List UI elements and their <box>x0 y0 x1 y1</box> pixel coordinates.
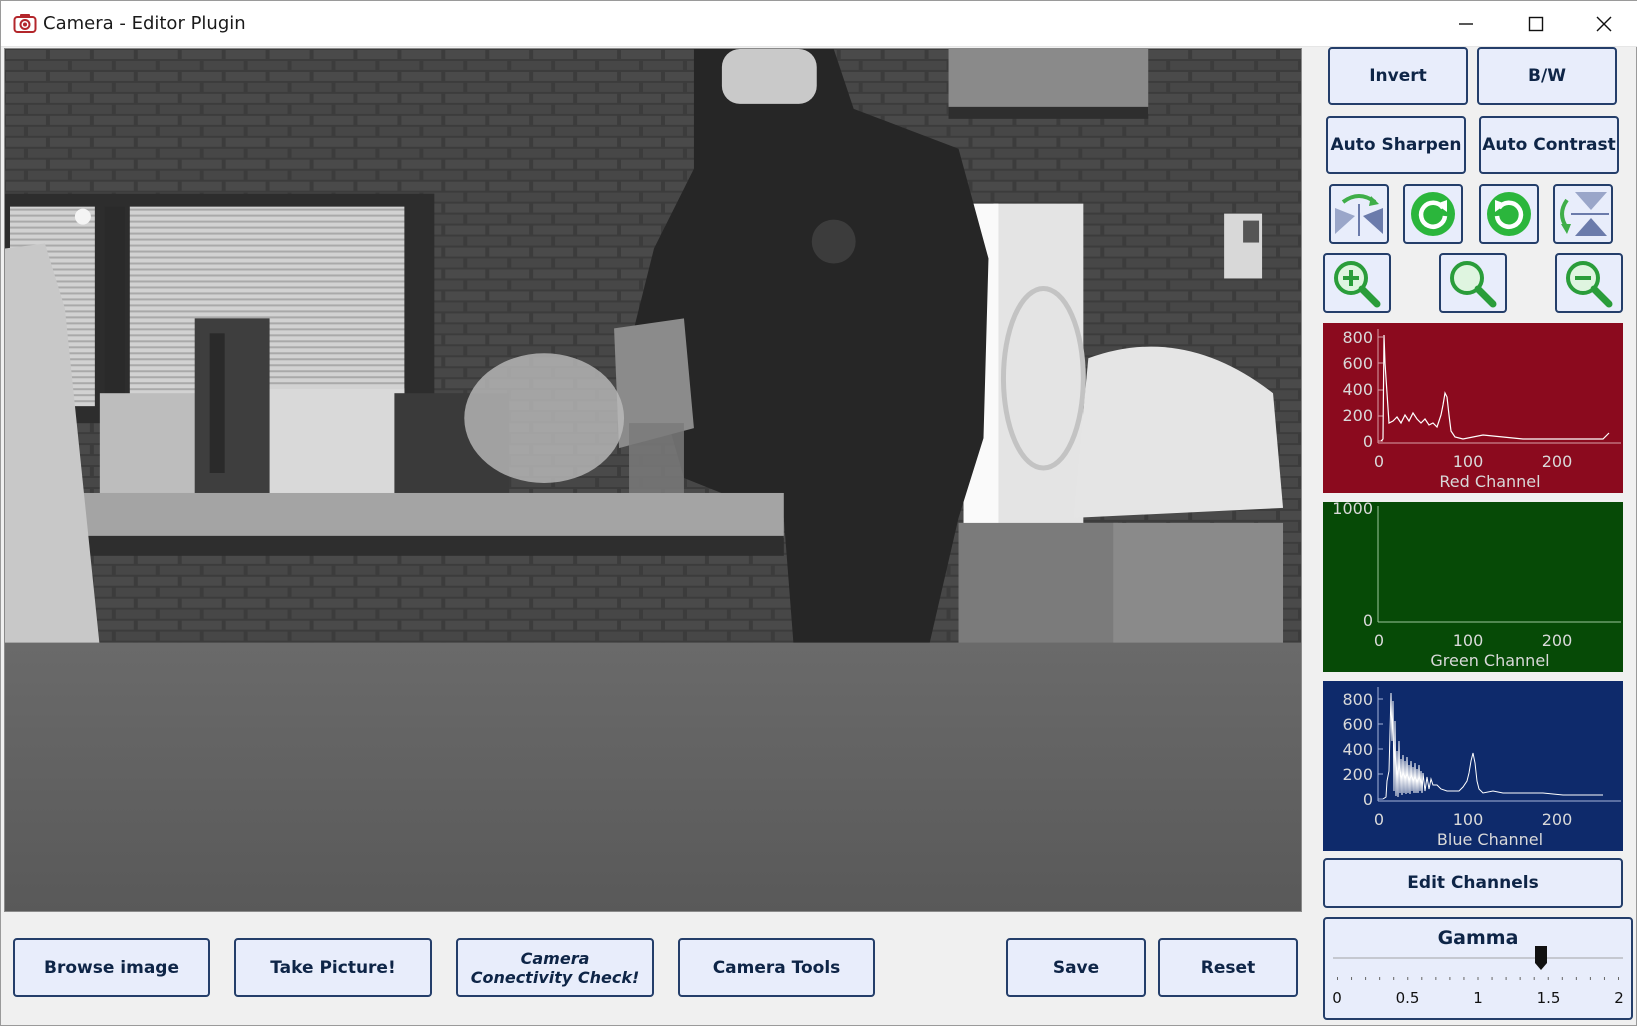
zoom-in-icon <box>1334 261 1381 308</box>
gamma-label-1: 1 <box>1473 989 1483 1007</box>
maximize-button[interactable] <box>1501 1 1571 47</box>
blue-channel-title: Blue Channel <box>1437 830 1543 849</box>
blue-xtick-200: 200 <box>1542 810 1573 829</box>
flip-horizontal-icon <box>1335 194 1383 236</box>
gamma-slider-handle[interactable] <box>1534 945 1548 971</box>
rotate-clockwise-button[interactable] <box>1403 184 1463 244</box>
zoom-in-button[interactable] <box>1323 253 1391 313</box>
red-ytick-0: 0 <box>1363 432 1373 451</box>
gamma-tick <box>1477 977 1479 980</box>
app-window: Camera - Editor Plugin Invert B/W Auto S… <box>0 0 1637 1026</box>
take-picture-button[interactable]: Take Picture! <box>234 938 432 997</box>
green-channel-title: Green Channel <box>1430 651 1549 670</box>
camera-preview-image <box>5 49 1301 911</box>
rotate-clockwise-icon <box>1411 192 1455 236</box>
blue-xtick-0: 0 <box>1374 810 1384 829</box>
red-ytick-400: 400 <box>1342 380 1373 399</box>
red-ytick-800: 800 <box>1342 328 1373 347</box>
red-ytick-200: 200 <box>1342 406 1373 425</box>
gamma-panel: Gamma 0 0.5 1 1.5 2 <box>1323 917 1633 1020</box>
gamma-tick <box>1337 977 1338 980</box>
connectivity-check-line2: Conectivity Check! <box>470 967 640 987</box>
zoom-reset-button[interactable] <box>1439 253 1507 313</box>
invert-button[interactable]: Invert <box>1328 47 1468 105</box>
green-ytick-1000: 1000 <box>1332 502 1373 518</box>
gamma-tick <box>1491 977 1493 980</box>
blue-ytick-800: 800 <box>1342 690 1373 709</box>
red-xtick-100: 100 <box>1453 452 1484 471</box>
green-ytick-0: 0 <box>1363 611 1373 630</box>
flip-vertical-button[interactable] <box>1553 184 1613 244</box>
rotate-counterclockwise-button[interactable] <box>1479 184 1539 244</box>
camera-tools-button[interactable]: Camera Tools <box>678 938 875 997</box>
red-channel-title: Red Channel <box>1439 472 1540 491</box>
gamma-tick <box>1618 977 1619 980</box>
gamma-tick <box>1449 977 1451 980</box>
blue-histogram-line <box>1382 692 1603 800</box>
gamma-tick <box>1435 977 1437 980</box>
image-viewer[interactable] <box>4 48 1302 912</box>
red-xtick-200: 200 <box>1542 452 1573 471</box>
blue-ytick-400: 400 <box>1342 740 1373 759</box>
gamma-tick <box>1589 977 1591 980</box>
gamma-tick <box>1351 977 1353 980</box>
zoom-out-button[interactable] <box>1555 253 1623 313</box>
blue-ytick-0: 0 <box>1363 790 1373 809</box>
close-button[interactable] <box>1569 1 1637 47</box>
gamma-label-1-5: 1.5 <box>1536 989 1561 1007</box>
gamma-slider-ticks <box>1337 977 1619 980</box>
close-icon <box>1596 16 1612 32</box>
blue-channel-histogram: 800 600 400 200 0 0 100 200 Blue Channel <box>1323 681 1623 851</box>
blue-xtick-100: 100 <box>1453 810 1484 829</box>
gamma-slider-track[interactable] <box>1333 957 1623 959</box>
window-title: Camera - Editor Plugin <box>43 13 246 34</box>
auto-contrast-button[interactable]: Auto Contrast <box>1479 116 1619 174</box>
gamma-tick <box>1393 977 1395 980</box>
gamma-label-0: 0 <box>1332 989 1342 1007</box>
gamma-tick <box>1365 977 1367 980</box>
green-xtick-200: 200 <box>1542 631 1573 650</box>
gamma-tick <box>1379 977 1381 980</box>
bw-button[interactable]: B/W <box>1477 47 1617 105</box>
green-xtick-100: 100 <box>1453 631 1484 650</box>
red-ytick-600: 600 <box>1342 354 1373 373</box>
reset-button[interactable]: Reset <box>1158 938 1298 997</box>
gamma-tick <box>1561 977 1563 980</box>
gamma-tick <box>1533 977 1535 980</box>
gamma-tick <box>1505 977 1507 980</box>
save-button[interactable]: Save <box>1006 938 1146 997</box>
auto-sharpen-button[interactable]: Auto Sharpen <box>1326 116 1466 174</box>
red-channel-histogram: 800 600 400 200 0 0 100 200 Red Channel <box>1323 323 1623 493</box>
gamma-tick <box>1519 977 1521 980</box>
blue-ytick-600: 600 <box>1342 715 1373 734</box>
zoom-out-icon <box>1566 261 1613 308</box>
rotate-counterclockwise-icon <box>1487 192 1531 236</box>
connectivity-check-line1: Camera <box>520 948 590 968</box>
red-xtick-0: 0 <box>1374 452 1384 471</box>
minimize-icon <box>1459 23 1473 25</box>
gamma-tick <box>1421 977 1423 980</box>
green-channel-histogram: 1000 0 0 100 200 Green Channel <box>1323 502 1623 672</box>
gamma-tick <box>1407 977 1409 980</box>
flip-vertical-icon <box>1560 192 1609 236</box>
gamma-tick <box>1547 977 1549 980</box>
maximize-icon <box>1528 16 1544 32</box>
flip-horizontal-button[interactable] <box>1329 184 1389 244</box>
camera-app-icon <box>13 14 37 33</box>
gamma-tick <box>1603 977 1605 980</box>
blue-ytick-200: 200 <box>1342 765 1373 784</box>
gamma-tick <box>1575 977 1577 980</box>
connectivity-check-button[interactable]: Camera Conectivity Check! <box>456 938 654 997</box>
zoom-reset-icon <box>1450 261 1497 308</box>
gamma-tick <box>1463 977 1465 980</box>
gamma-label-2: 2 <box>1614 989 1624 1007</box>
green-xtick-0: 0 <box>1374 631 1384 650</box>
gamma-title: Gamma <box>1437 927 1519 949</box>
browse-image-button[interactable]: Browse image <box>13 938 210 997</box>
red-histogram-line <box>1380 334 1610 442</box>
minimize-button[interactable] <box>1431 1 1501 47</box>
title-bar: Camera - Editor Plugin <box>1 1 1637 47</box>
edit-channels-button[interactable]: Edit Channels <box>1323 858 1623 908</box>
gamma-label-0-5: 0.5 <box>1395 989 1420 1007</box>
